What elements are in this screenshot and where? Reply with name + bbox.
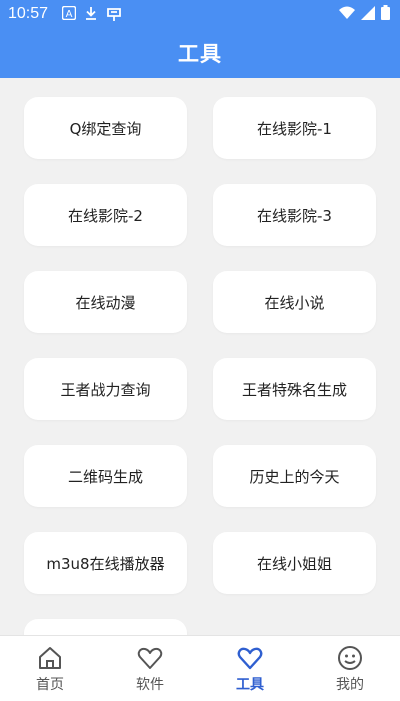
- svg-text:A: A: [66, 9, 73, 20]
- heart-icon: [237, 647, 263, 670]
- tab-software[interactable]: 软件: [100, 636, 200, 701]
- tab-software-label: 软件: [136, 677, 164, 693]
- a-icon: A: [62, 6, 76, 20]
- tool-tile-online-girls[interactable]: 在线小姐姐: [213, 532, 376, 594]
- app-icon: [107, 8, 121, 21]
- heart-icon: [137, 647, 163, 669]
- status-bar: 10:57 A: [0, 0, 400, 28]
- tool-tile-today-in-history[interactable]: 历史上的今天: [213, 445, 376, 507]
- status-time: 10:57: [8, 5, 49, 22]
- download-icon: [86, 7, 96, 20]
- tab-tools-label: 工具: [236, 677, 264, 693]
- wifi-icon: [339, 6, 355, 19]
- tool-grid: Q绑定查询 在线影院-1 在线影院-2 在线影院-3 在线动漫 在线小说 王者战…: [0, 78, 400, 635]
- tool-tile-online-novel[interactable]: 在线小说: [213, 271, 376, 333]
- app-header: 10:57 A 工具: [0, 0, 400, 78]
- tool-tile-king-special-name[interactable]: 王者特殊名生成: [213, 358, 376, 420]
- tab-tools[interactable]: 工具: [200, 636, 300, 701]
- tab-home-label: 首页: [36, 677, 64, 693]
- home-icon: [39, 647, 61, 669]
- tool-tile-partial[interactable]: [24, 619, 187, 635]
- bottom-tab-bar: 首页 软件 工具 我的: [0, 635, 400, 701]
- tab-home[interactable]: 首页: [0, 636, 100, 701]
- battery-icon: [381, 5, 390, 20]
- tool-tile-qrcode-generator[interactable]: 二维码生成: [24, 445, 187, 507]
- tab-mine-label: 我的: [336, 677, 364, 693]
- tool-tile-online-cinema-3[interactable]: 在线影院-3: [213, 184, 376, 246]
- tool-tile-m3u8-player[interactable]: m3u8在线播放器: [24, 532, 187, 594]
- tool-tile-online-cinema-1[interactable]: 在线影院-1: [213, 97, 376, 159]
- page-title: 工具: [178, 42, 222, 66]
- tool-tile-online-anime[interactable]: 在线动漫: [24, 271, 187, 333]
- signal-icon: [361, 5, 375, 20]
- tool-tile-online-cinema-2[interactable]: 在线影院-2: [24, 184, 187, 246]
- tool-tile-king-power-query[interactable]: 王者战力查询: [24, 358, 187, 420]
- tab-mine[interactable]: 我的: [300, 636, 400, 701]
- tool-tile-qq-bind-query[interactable]: Q绑定查询: [24, 97, 187, 159]
- smiley-icon: [338, 646, 362, 670]
